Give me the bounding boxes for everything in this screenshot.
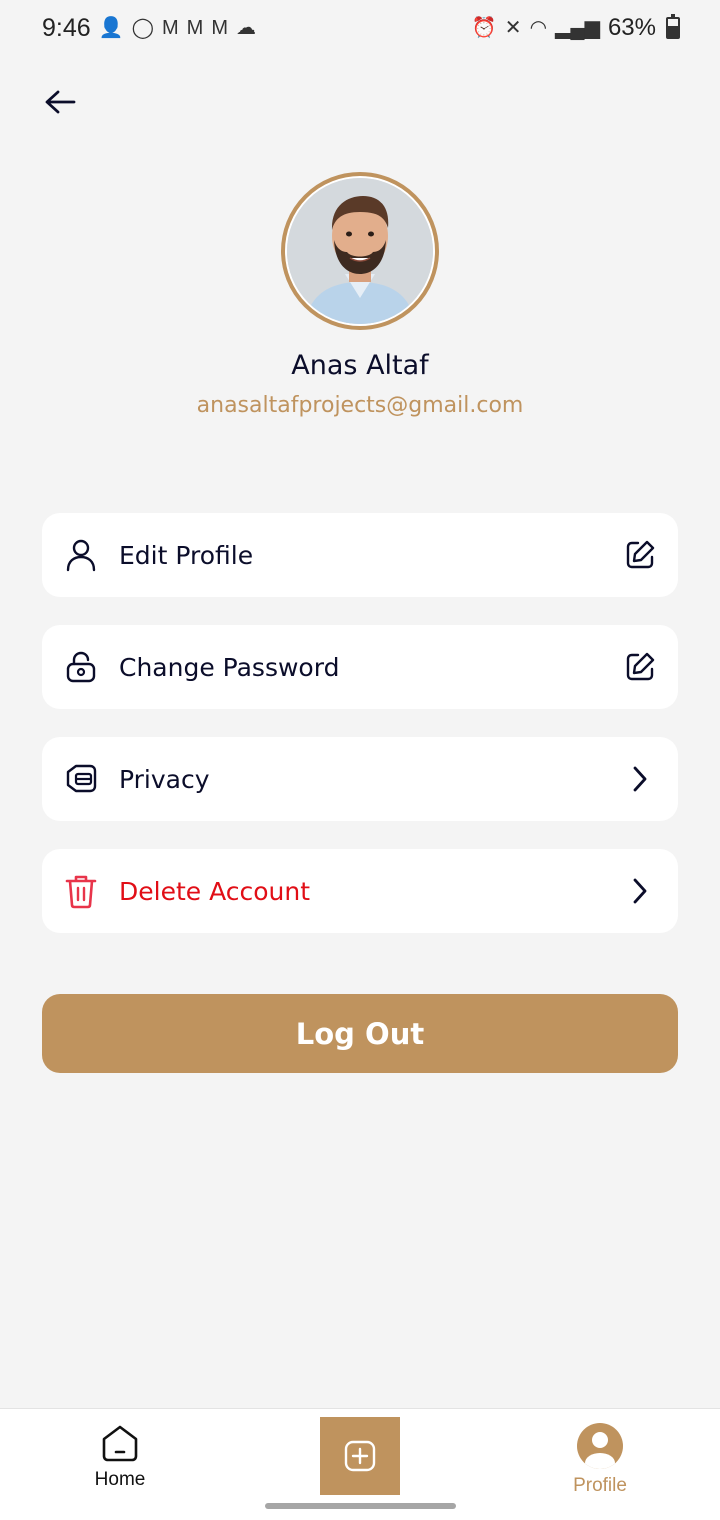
delete-account-item[interactable]: Delete Account	[42, 849, 678, 933]
nav-home[interactable]: Home	[60, 1423, 180, 1491]
contact-add-icon: 👤	[98, 17, 124, 39]
battery-percentage: 63%	[607, 14, 656, 41]
profile-name: Anas Altaf	[291, 350, 429, 381]
back-button[interactable]	[36, 82, 84, 122]
logout-button[interactable]: Log Out	[42, 994, 678, 1073]
gesture-bar	[265, 1503, 456, 1509]
status-bar: 9:46 👤 ◯ M M M ☁ ⏰ ✕ ◠ ▂▄▆ 63%	[0, 0, 720, 56]
alarm-icon: ⏰	[471, 17, 497, 39]
signal-icon: ▂▄▆	[555, 17, 600, 39]
lock-icon	[64, 650, 98, 684]
avatar-photo	[287, 178, 433, 324]
user-icon	[64, 538, 98, 572]
chevron-right-icon[interactable]	[622, 761, 658, 797]
whatsapp-icon: ◯	[131, 17, 154, 39]
change-password-item[interactable]: Change Password	[42, 625, 678, 709]
edit-icon[interactable]	[622, 537, 658, 573]
gmail-icon: M	[211, 17, 228, 39]
nav-home-label: Home	[94, 1469, 146, 1490]
profile-icon	[577, 1423, 623, 1469]
change-password-label: Change Password	[119, 652, 340, 682]
trash-icon	[64, 874, 98, 909]
delete-account-label: Delete Account	[119, 876, 311, 906]
status-right: ⏰ ✕ ◠ ▂▄▆ 63%	[472, 14, 680, 42]
cloud-icon: ☁	[235, 17, 256, 39]
edit-icon[interactable]	[622, 649, 658, 685]
add-button[interactable]	[320, 1417, 400, 1495]
avatar	[281, 172, 439, 330]
privacy-item[interactable]: Privacy	[42, 737, 678, 821]
edit-profile-label: Edit Profile	[119, 540, 254, 570]
status-time: 9:46	[42, 13, 91, 42]
edit-profile-item[interactable]: Edit Profile	[42, 513, 678, 597]
wifi-icon: ◠	[529, 17, 548, 39]
chevron-right-icon[interactable]	[622, 873, 658, 909]
profile-email: anasaltafprojects@gmail.com	[196, 393, 524, 418]
add-icon	[344, 1440, 376, 1472]
arrow-left-icon	[45, 90, 76, 114]
battery-icon	[666, 14, 680, 39]
privacy-label: Privacy	[119, 764, 210, 794]
gmail-icon: M	[186, 17, 204, 39]
nav-profile-label: Profile	[573, 1475, 627, 1496]
gmail-icon: M	[161, 17, 179, 39]
shield-icon	[64, 762, 98, 796]
vibrate-off-icon: ✕	[504, 17, 522, 39]
nav-profile[interactable]: Profile	[540, 1423, 660, 1497]
status-left: 9:46 👤 ◯ M M M ☁	[42, 14, 256, 43]
home-icon	[102, 1425, 138, 1462]
